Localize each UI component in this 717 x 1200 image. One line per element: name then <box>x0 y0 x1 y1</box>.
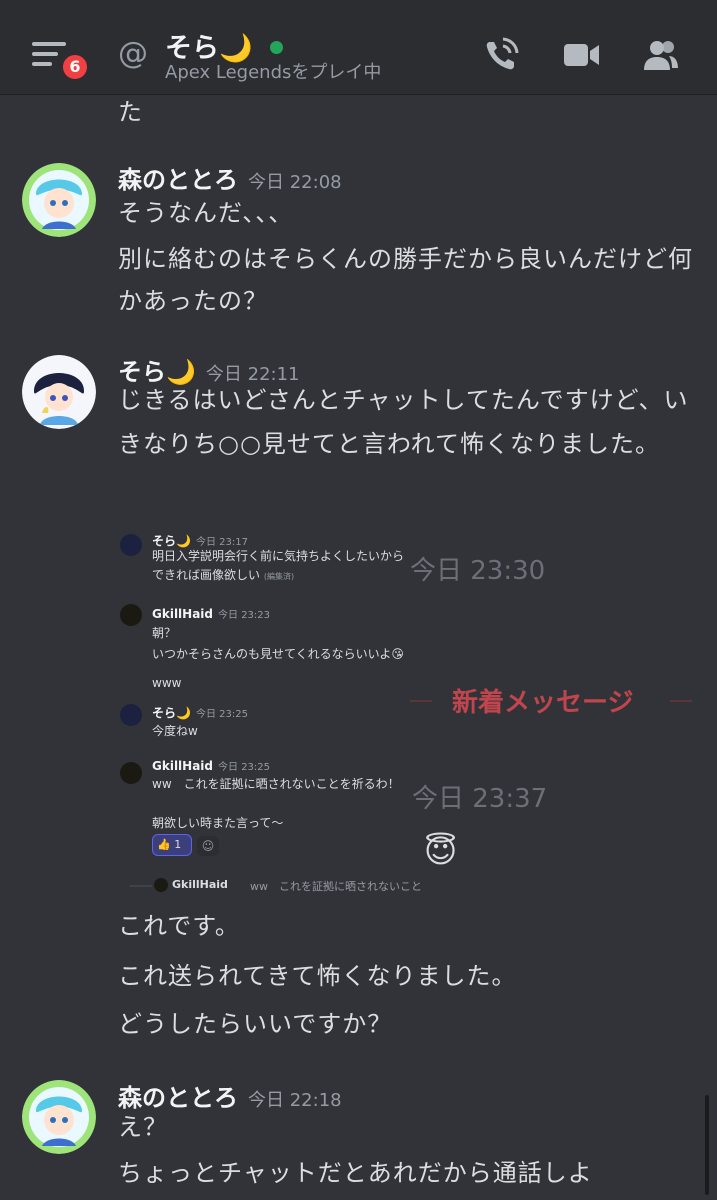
reaction-count: 1 <box>174 838 182 851</box>
message-text: ちょっとチャットだとあれだから通話しよ <box>118 1159 593 1187</box>
screenshot-avatar <box>120 704 142 726</box>
date-divider: 今日 23:37 <box>412 784 548 814</box>
screenshot-timestamp: 今日 23:25 <box>218 762 271 773</box>
activity-game: Apex Legends <box>165 62 292 83</box>
message-text: そうなんだ、、、 <box>118 199 294 227</box>
phone-call-icon[interactable] <box>482 36 520 74</box>
reply-text: ww これを証拠に晒されないこと <box>250 880 422 893</box>
reply-preview: GkillHaid ww これを証拠に晒されないこと <box>130 878 700 894</box>
at-icon: @ <box>118 36 148 71</box>
reply-author: GkillHaid <box>172 878 228 891</box>
add-reaction-icon: ☺ <box>197 836 219 856</box>
screenshot-timestamp: 今日 23:25 <box>195 709 248 720</box>
channel-header: 6 @ そら🌙 Apex Legendsをプレイ中 <box>0 0 717 95</box>
message-text: どうしたらいいですか？ <box>118 1010 393 1038</box>
activity-suffix: をプレイ中 <box>291 62 382 83</box>
date-divider: 今日 23:30 <box>410 556 546 586</box>
screenshot-author: GkillHaid 今日 23:25 <box>152 758 270 773</box>
avatar[interactable] <box>22 163 96 237</box>
screenshot-message-text: 朝欲しい時また言って〜 <box>152 816 284 830</box>
message-text: え？ <box>118 1113 168 1141</box>
message-fragment: た <box>118 98 142 126</box>
avatar[interactable] <box>22 1080 96 1154</box>
screenshot-message-text: ww これを証拠に晒されないことを祈るわ！ <box>152 777 400 791</box>
screenshot-author-name: そら🌙 <box>152 706 191 720</box>
reaction-pill: 👍 1 <box>152 834 192 856</box>
screenshot-author: GkillHaid 今日 23:23 <box>152 606 270 621</box>
screenshot-message: 明日入学説明会行く前に気持ちよくしたいからできれば画像欲しい (編集済) <box>152 547 412 586</box>
thumbs-up-icon: 👍 <box>157 838 171 851</box>
message-text: 別に絡むのはそらくんの勝手だから良いんだけど何かあったの？ <box>118 245 693 315</box>
notification-badge: 6 <box>60 52 90 82</box>
new-messages-label: 新着メッセージ <box>452 688 634 718</box>
members-icon[interactable] <box>642 36 680 74</box>
screenshot-author-name: そら🌙 <box>152 534 191 548</box>
reply-line <box>130 885 152 887</box>
author-name[interactable]: 森のととろ <box>118 166 238 194</box>
attached-screenshot[interactable]: そら🌙 今日 23:17 明日入学説明会行く前に気持ちよくしたいからできれば画像欲… <box>112 520 702 895</box>
screenshot-timestamp: 今日 23:23 <box>218 610 271 621</box>
online-status-dot <box>270 41 283 54</box>
message-text: これ送られてきて怖くなりました。 <box>118 962 517 990</box>
activity-status: Apex Legendsをプレイ中 <box>165 58 381 84</box>
screenshot-message-text: 今度ねw <box>152 724 198 738</box>
screenshot-avatar <box>120 534 142 556</box>
screenshot-avatar <box>120 604 142 626</box>
avatar[interactable] <box>22 355 96 429</box>
reply-avatar <box>154 878 168 892</box>
screenshot-author-name: GkillHaid <box>152 759 214 773</box>
message-timestamp: 今日 22:08 <box>248 172 342 193</box>
screenshot-avatar <box>120 762 142 784</box>
new-messages-divider: 新着メッセージ <box>410 682 695 718</box>
screenshot-author-name: GkillHaid <box>152 607 214 621</box>
smiling-halo-icon: 😇 <box>424 832 458 870</box>
message-text: これです。 <box>118 912 240 940</box>
edited-label: (編集済) <box>263 572 295 581</box>
message-text: じきるはいどさんとチャットしてたんですけど、いきなりち○○見せてと言われて怖くな… <box>118 386 689 458</box>
screenshot-author: そら🌙 今日 23:25 <box>152 704 248 721</box>
video-camera-icon[interactable] <box>562 36 600 74</box>
message-author[interactable]: 森のととろ 今日 22:08 <box>118 160 342 195</box>
screenshot-message-text: いつかそらさんのも見せてくれるならいいよ😘 www <box>152 647 404 690</box>
scrollbar[interactable] <box>705 1095 709 1195</box>
